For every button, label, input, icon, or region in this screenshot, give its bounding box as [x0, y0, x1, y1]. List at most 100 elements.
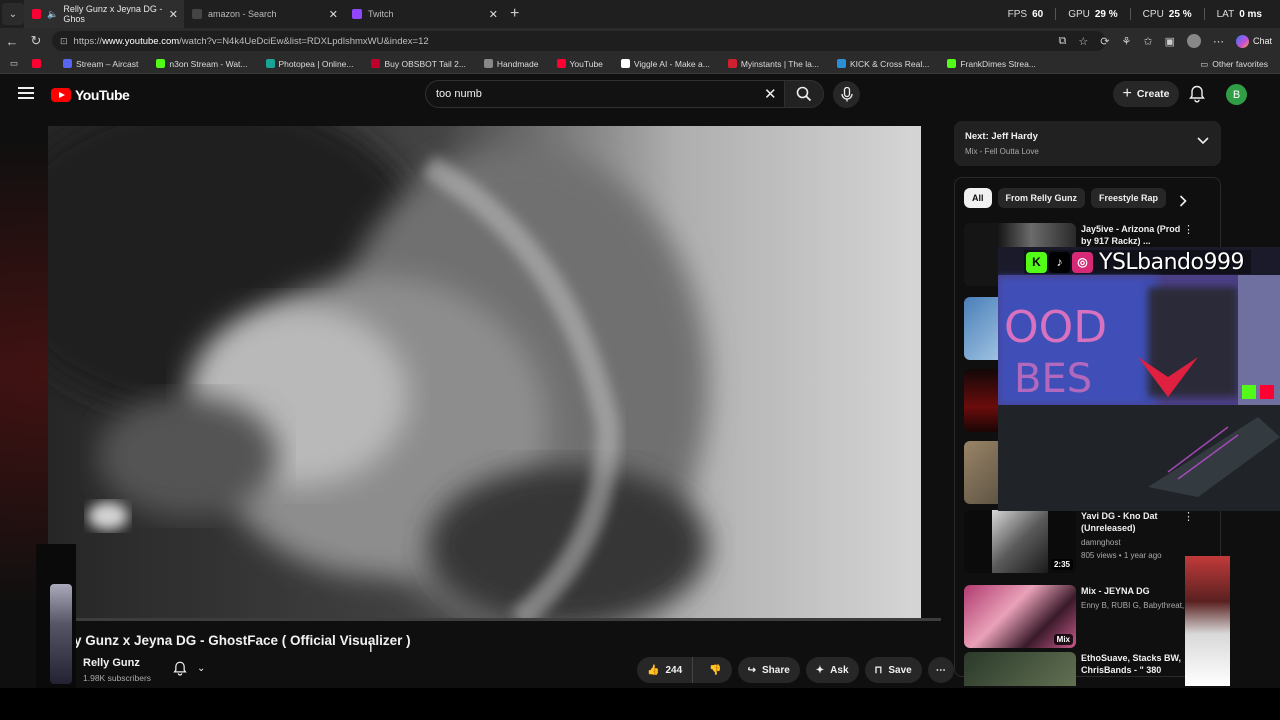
video-thumbnail[interactable]	[964, 652, 1076, 686]
voice-search-button[interactable]	[833, 81, 860, 108]
bookmark-item[interactable]: Myinstants | The la...	[727, 59, 819, 69]
tab-title: Twitch	[368, 9, 394, 19]
recommended-title: Jay5ive - Arizona (Prod by 917 Rackz) ..…	[1081, 224, 1181, 246]
bookmark-label: KICK & Cross Real...	[849, 58, 930, 69]
video-title: y Gunz x Jeyna DG - GhostFace ( Official…	[74, 633, 411, 648]
video-thumbnail[interactable]: 2:35	[964, 510, 1076, 573]
copilot-icon	[1235, 34, 1249, 48]
dislike-button[interactable]: 👎	[699, 657, 731, 683]
search-input[interactable]: too numb	[425, 80, 785, 108]
chevron-down-icon[interactable]	[1197, 137, 1209, 145]
chip-freestyle-rap[interactable]: Freestyle Rap	[1091, 188, 1167, 208]
favorite-star-icon[interactable]: ☆	[1078, 35, 1088, 48]
video-thumbnail[interactable]	[964, 441, 1000, 504]
more-vertical-icon[interactable]: ⋮	[1183, 223, 1194, 236]
mix-badge: Mix	[1053, 634, 1073, 645]
new-tab-button[interactable]: +	[510, 5, 519, 23]
bookmark-item[interactable]: n3on Stream - Wat...	[156, 59, 248, 69]
stream-webcam-overlay: OOD BES	[998, 247, 1280, 511]
collections-icon[interactable]: ▣	[1165, 35, 1175, 48]
tab-youtube[interactable]: 🔈 Relly Gunz x Jeyna DG - Ghos ✕	[24, 0, 184, 28]
bookmark-item[interactable]: YouTube	[556, 59, 603, 69]
favorites-icon[interactable]: ✩	[1143, 35, 1152, 48]
subscriber-count: 1.98K subscribers	[83, 673, 152, 683]
more-vertical-icon[interactable]: ⋮	[1183, 510, 1194, 523]
like-button[interactable]: 👍 244	[637, 657, 694, 683]
channel-label: damnghost	[1081, 538, 1121, 547]
tab-actions-menu-icon[interactable]: ⌄	[2, 3, 24, 25]
twitch-favicon-icon	[352, 9, 362, 19]
save-button[interactable]: ⊓ Save	[864, 657, 922, 683]
extensions-icon[interactable]: ⚘	[1121, 35, 1131, 48]
search-favicon-icon	[192, 9, 202, 19]
refresh-extension-icon[interactable]: ⟳	[1100, 35, 1109, 48]
bookmark-item[interactable]: FrankDimes Strea...	[947, 59, 1036, 69]
other-favorites-folder[interactable]: ▭ Other favorites	[1200, 54, 1268, 74]
video-thumbnail[interactable]	[964, 369, 1000, 432]
clear-search-icon[interactable]: ✕	[764, 85, 777, 103]
performance-overlay: FPS 60 GPU 29 % CPU 25 % LAT 0 ms	[1008, 0, 1262, 28]
bookmark-item[interactable]: Buy OBSBOT Tail 2...	[371, 59, 466, 69]
speaker-icon[interactable]: 🔈	[47, 9, 58, 20]
close-tab-icon[interactable]: ✕	[329, 8, 338, 21]
bookmark-item[interactable]: Stream – Aircast	[63, 59, 138, 69]
video-progress-bar[interactable]	[48, 618, 941, 621]
playlist-next-box[interactable]: Next: Jeff Hardy Mix - Fell Outta Love	[954, 121, 1221, 166]
svg-text:BES: BES	[1014, 356, 1092, 402]
recommended-title: Yavi DG - Kno Dat (Unreleased)	[1081, 511, 1158, 533]
bookmark-favicon-icon	[727, 59, 737, 68]
more-menu-icon[interactable]: ⋯	[1213, 35, 1224, 48]
chevron-right-icon[interactable]	[1179, 195, 1187, 207]
close-tab-icon[interactable]: ✕	[169, 8, 178, 21]
chip-all[interactable]: All	[964, 188, 992, 208]
copilot-chat-button[interactable]: Chat	[1235, 34, 1272, 48]
guide-menu-icon[interactable]	[18, 87, 34, 99]
bookmark-item[interactable]	[32, 59, 45, 68]
subscription-notification-button[interactable]: ⌄	[173, 661, 205, 676]
chip-from-channel[interactable]: From Relly Gunz	[997, 188, 1086, 208]
account-avatar[interactable]: B	[1226, 84, 1247, 105]
bookmark-favicon-icon	[620, 59, 630, 68]
bookmark-item[interactable]: Handmade	[483, 58, 539, 69]
fps-readout: FPS 60	[1007, 8, 1044, 20]
open-in-app-icon[interactable]: ⧉	[1059, 35, 1067, 48]
bookmark-icon: ⊓	[874, 664, 883, 676]
video-player[interactable]	[48, 126, 921, 620]
recommended-mix[interactable]: Mix Mix - JEYNA DG Enny B, RUBI G, Babyt…	[964, 585, 1214, 649]
refresh-icon[interactable]: ↻	[24, 33, 48, 49]
thumbs-down-icon: 👎	[709, 664, 722, 676]
search-icon	[796, 86, 812, 102]
tab-twitch[interactable]: Twitch ✕	[344, 0, 504, 28]
search-button[interactable]	[784, 80, 824, 108]
create-button[interactable]: + Create	[1113, 81, 1179, 107]
tiktok-icon: ♪	[1049, 251, 1070, 273]
close-tab-icon[interactable]: ✕	[489, 8, 498, 21]
recommended-video[interactable]: 2:35 Yavi DG - Kno Dat (Unreleased) damn…	[964, 510, 1214, 574]
more-actions-button[interactable]: ⋯	[927, 657, 954, 683]
channel-avatar[interactable]	[36, 544, 76, 694]
video-thumbnail[interactable]	[964, 297, 1000, 360]
video-thumbnail[interactable]: Mix	[964, 585, 1076, 648]
browser-profile-avatar[interactable]	[1186, 34, 1201, 48]
bookmarks-icon[interactable]: ▭	[10, 58, 18, 69]
bookmark-item[interactable]: Viggle AI - Make a...	[620, 58, 710, 69]
bookmark-label: Viggle AI - Make a...	[633, 58, 710, 69]
recommended-video[interactable]: EthoSuave, Stacks BW, ChrisBands - " 380	[964, 652, 1214, 686]
youtube-play-logo-icon	[51, 88, 71, 102]
site-info-icon[interactable]: ⊡	[60, 36, 68, 47]
youtube-logo[interactable]: YouTube	[51, 87, 130, 103]
ask-button[interactable]: ✦ Ask	[805, 657, 859, 683]
instagram-icon: ◎	[1072, 251, 1093, 273]
video-frame	[48, 126, 921, 620]
bookmark-item[interactable]: Photopea | Online...	[265, 59, 353, 69]
share-button[interactable]: ↪ Share	[737, 657, 800, 683]
notifications-bell-icon[interactable]	[1189, 85, 1205, 103]
url-field[interactable]: ⊡ https://www.youtube.com/watch?v=N4k4Ue…	[52, 31, 1106, 51]
channel-name[interactable]: Relly Gunz	[83, 657, 140, 669]
back-icon[interactable]: ←	[0, 34, 24, 49]
cpu-readout: CPU 25 %	[1142, 8, 1192, 20]
tab-amazon-search[interactable]: amazon - Search ✕	[184, 0, 344, 28]
youtube-header: YouTube too numb ✕ + Create B	[0, 75, 1280, 115]
bookmark-label: Handmade	[496, 58, 539, 69]
bookmark-item[interactable]: KICK & Cross Real...	[836, 58, 930, 69]
